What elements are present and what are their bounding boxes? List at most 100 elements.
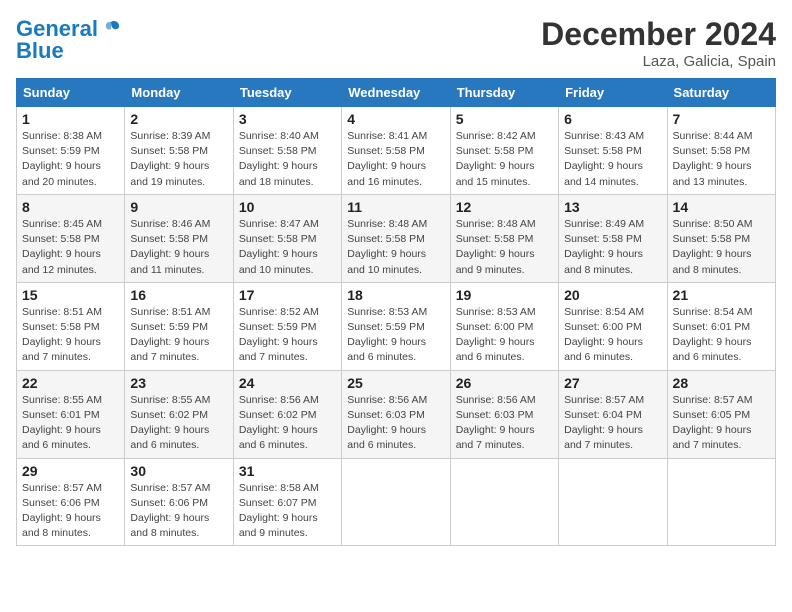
day-info: Sunrise: 8:49 AMSunset: 5:58 PMDaylight:…	[564, 217, 661, 278]
day-info: Sunrise: 8:55 AMSunset: 6:02 PMDaylight:…	[130, 393, 227, 454]
calendar-cell: 6Sunrise: 8:43 AMSunset: 5:58 PMDaylight…	[559, 107, 667, 195]
day-info: Sunrise: 8:57 AMSunset: 6:05 PMDaylight:…	[673, 393, 770, 454]
title-block: December 2024 Laza, Galicia, Spain	[541, 16, 776, 70]
day-info: Sunrise: 8:42 AMSunset: 5:58 PMDaylight:…	[456, 129, 553, 190]
day-number: 13	[564, 199, 661, 215]
calendar-cell: 15 Sunrise: 8:51 AMSunset: 5:58 PMDayligh…	[17, 282, 125, 370]
day-info: Sunrise: 8:58 AMSunset: 6:07 PMDaylight:…	[239, 481, 336, 542]
logo: General Blue	[16, 16, 122, 64]
day-number: 16	[130, 287, 227, 303]
calendar-week-row: 15 Sunrise: 8:51 AMSunset: 5:58 PMDayligh…	[17, 282, 776, 370]
day-info: Sunrise: 8:57 AMSunset: 6:06 PMDaylight:…	[130, 481, 227, 542]
page-header: General Blue December 2024 Laza, Galicia…	[16, 16, 776, 70]
day-number: 21	[673, 287, 770, 303]
calendar-cell: 25 Sunrise: 8:56 AMSunset: 6:03 PMDayligh…	[342, 370, 450, 458]
day-info: Sunrise: 8:54 AMSunset: 6:01 PMDaylight:…	[673, 305, 770, 366]
day-number: 9	[130, 199, 227, 215]
calendar-cell: 2Sunrise: 8:39 AMSunset: 5:58 PMDaylight…	[125, 107, 233, 195]
calendar-cell	[450, 458, 558, 546]
calendar-body: 1 Sunrise: 8:38 AMSunset: 5:59 PMDaylight…	[17, 107, 776, 546]
calendar-cell	[667, 458, 775, 546]
day-info: Sunrise: 8:51 AMSunset: 5:59 PMDaylight:…	[130, 305, 227, 366]
calendar-cell: 17 Sunrise: 8:52 AMSunset: 5:59 PMDayligh…	[233, 282, 341, 370]
day-number: 24	[239, 375, 336, 391]
day-number: 4	[347, 111, 444, 127]
calendar-cell: 8Sunrise: 8:45 AMSunset: 5:58 PMDaylight…	[17, 194, 125, 282]
calendar-header-friday: Friday	[559, 79, 667, 107]
calendar-cell	[559, 458, 667, 546]
month-title: December 2024	[541, 16, 776, 53]
calendar-cell: 3 Sunrise: 8:40 AMSunset: 5:58 PMDaylight…	[233, 107, 341, 195]
day-info: Sunrise: 8:46 AMSunset: 5:58 PMDaylight:…	[130, 217, 227, 278]
calendar-cell: 21 Sunrise: 8:54 AMSunset: 6:01 PMDayligh…	[667, 282, 775, 370]
calendar-cell: 31 Sunrise: 8:58 AMSunset: 6:07 PMDayligh…	[233, 458, 341, 546]
day-number: 2	[130, 111, 227, 127]
day-info: Sunrise: 8:50 AMSunset: 5:58 PMDaylight:…	[673, 217, 770, 278]
calendar-cell: 4 Sunrise: 8:41 AMSunset: 5:58 PMDaylight…	[342, 107, 450, 195]
day-number: 11	[347, 199, 444, 215]
calendar-week-row: 29Sunrise: 8:57 AMSunset: 6:06 PMDayligh…	[17, 458, 776, 546]
calendar-cell: 29Sunrise: 8:57 AMSunset: 6:06 PMDayligh…	[17, 458, 125, 546]
calendar-header-saturday: Saturday	[667, 79, 775, 107]
calendar-cell: 19Sunrise: 8:53 AMSunset: 6:00 PMDayligh…	[450, 282, 558, 370]
day-info: Sunrise: 8:51 AMSunset: 5:58 PMDaylight:…	[22, 305, 119, 366]
calendar-cell: 11 Sunrise: 8:48 AMSunset: 5:58 PMDayligh…	[342, 194, 450, 282]
calendar-cell: 12 Sunrise: 8:48 AMSunset: 5:58 PMDayligh…	[450, 194, 558, 282]
day-info: Sunrise: 8:56 AMSunset: 6:03 PMDaylight:…	[347, 393, 444, 454]
day-info: Sunrise: 8:53 AMSunset: 6:00 PMDaylight:…	[456, 305, 553, 366]
day-number: 18	[347, 287, 444, 303]
calendar-cell: 16 Sunrise: 8:51 AMSunset: 5:59 PMDayligh…	[125, 282, 233, 370]
calendar-cell: 26 Sunrise: 8:56 AMSunset: 6:03 PMDayligh…	[450, 370, 558, 458]
day-number: 12	[456, 199, 553, 215]
calendar-cell: 24 Sunrise: 8:56 AMSunset: 6:02 PMDayligh…	[233, 370, 341, 458]
calendar-cell: 10 Sunrise: 8:47 AMSunset: 5:58 PMDayligh…	[233, 194, 341, 282]
calendar-week-row: 8Sunrise: 8:45 AMSunset: 5:58 PMDaylight…	[17, 194, 776, 282]
day-number: 10	[239, 199, 336, 215]
day-info: Sunrise: 8:56 AMSunset: 6:03 PMDaylight:…	[456, 393, 553, 454]
day-number: 15	[22, 287, 119, 303]
calendar-cell: 23Sunrise: 8:55 AMSunset: 6:02 PMDayligh…	[125, 370, 233, 458]
calendar-header-monday: Monday	[125, 79, 233, 107]
calendar-cell	[342, 458, 450, 546]
calendar-cell: 20Sunrise: 8:54 AMSunset: 6:00 PMDayligh…	[559, 282, 667, 370]
day-info: Sunrise: 8:47 AMSunset: 5:58 PMDaylight:…	[239, 217, 336, 278]
calendar-cell: 30 Sunrise: 8:57 AMSunset: 6:06 PMDayligh…	[125, 458, 233, 546]
day-number: 3	[239, 111, 336, 127]
day-info: Sunrise: 8:45 AMSunset: 5:58 PMDaylight:…	[22, 217, 119, 278]
logo-blue: Blue	[16, 38, 64, 64]
day-number: 25	[347, 375, 444, 391]
day-info: Sunrise: 8:56 AMSunset: 6:02 PMDaylight:…	[239, 393, 336, 454]
day-number: 22	[22, 375, 119, 391]
logo-bird-icon	[100, 18, 122, 40]
calendar-week-row: 1 Sunrise: 8:38 AMSunset: 5:59 PMDaylight…	[17, 107, 776, 195]
location: Laza, Galicia, Spain	[541, 53, 776, 70]
calendar-header-row: SundayMondayTuesdayWednesdayThursdayFrid…	[17, 79, 776, 107]
calendar-cell: 5 Sunrise: 8:42 AMSunset: 5:58 PMDaylight…	[450, 107, 558, 195]
day-info: Sunrise: 8:40 AMSunset: 5:58 PMDaylight:…	[239, 129, 336, 190]
day-info: Sunrise: 8:57 AMSunset: 6:04 PMDaylight:…	[564, 393, 661, 454]
calendar-cell: 1 Sunrise: 8:38 AMSunset: 5:59 PMDaylight…	[17, 107, 125, 195]
day-info: Sunrise: 8:48 AMSunset: 5:58 PMDaylight:…	[347, 217, 444, 278]
day-number: 31	[239, 463, 336, 479]
day-info: Sunrise: 8:54 AMSunset: 6:00 PMDaylight:…	[564, 305, 661, 366]
calendar-header-thursday: Thursday	[450, 79, 558, 107]
day-number: 30	[130, 463, 227, 479]
day-number: 26	[456, 375, 553, 391]
calendar-cell: 13 Sunrise: 8:49 AMSunset: 5:58 PMDayligh…	[559, 194, 667, 282]
day-info: Sunrise: 8:48 AMSunset: 5:58 PMDaylight:…	[456, 217, 553, 278]
day-number: 1	[22, 111, 119, 127]
day-number: 17	[239, 287, 336, 303]
day-info: Sunrise: 8:38 AMSunset: 5:59 PMDaylight:…	[22, 129, 119, 190]
calendar-cell: 14Sunrise: 8:50 AMSunset: 5:58 PMDayligh…	[667, 194, 775, 282]
calendar-cell: 28Sunrise: 8:57 AMSunset: 6:05 PMDayligh…	[667, 370, 775, 458]
day-info: Sunrise: 8:55 AMSunset: 6:01 PMDaylight:…	[22, 393, 119, 454]
day-info: Sunrise: 8:41 AMSunset: 5:58 PMDaylight:…	[347, 129, 444, 190]
calendar-header-wednesday: Wednesday	[342, 79, 450, 107]
calendar-table: SundayMondayTuesdayWednesdayThursdayFrid…	[16, 78, 776, 546]
day-info: Sunrise: 8:52 AMSunset: 5:59 PMDaylight:…	[239, 305, 336, 366]
day-number: 5	[456, 111, 553, 127]
calendar-cell: 18Sunrise: 8:53 AMSunset: 5:59 PMDayligh…	[342, 282, 450, 370]
calendar-cell: 27Sunrise: 8:57 AMSunset: 6:04 PMDayligh…	[559, 370, 667, 458]
calendar-cell: 9 Sunrise: 8:46 AMSunset: 5:58 PMDaylight…	[125, 194, 233, 282]
day-number: 7	[673, 111, 770, 127]
